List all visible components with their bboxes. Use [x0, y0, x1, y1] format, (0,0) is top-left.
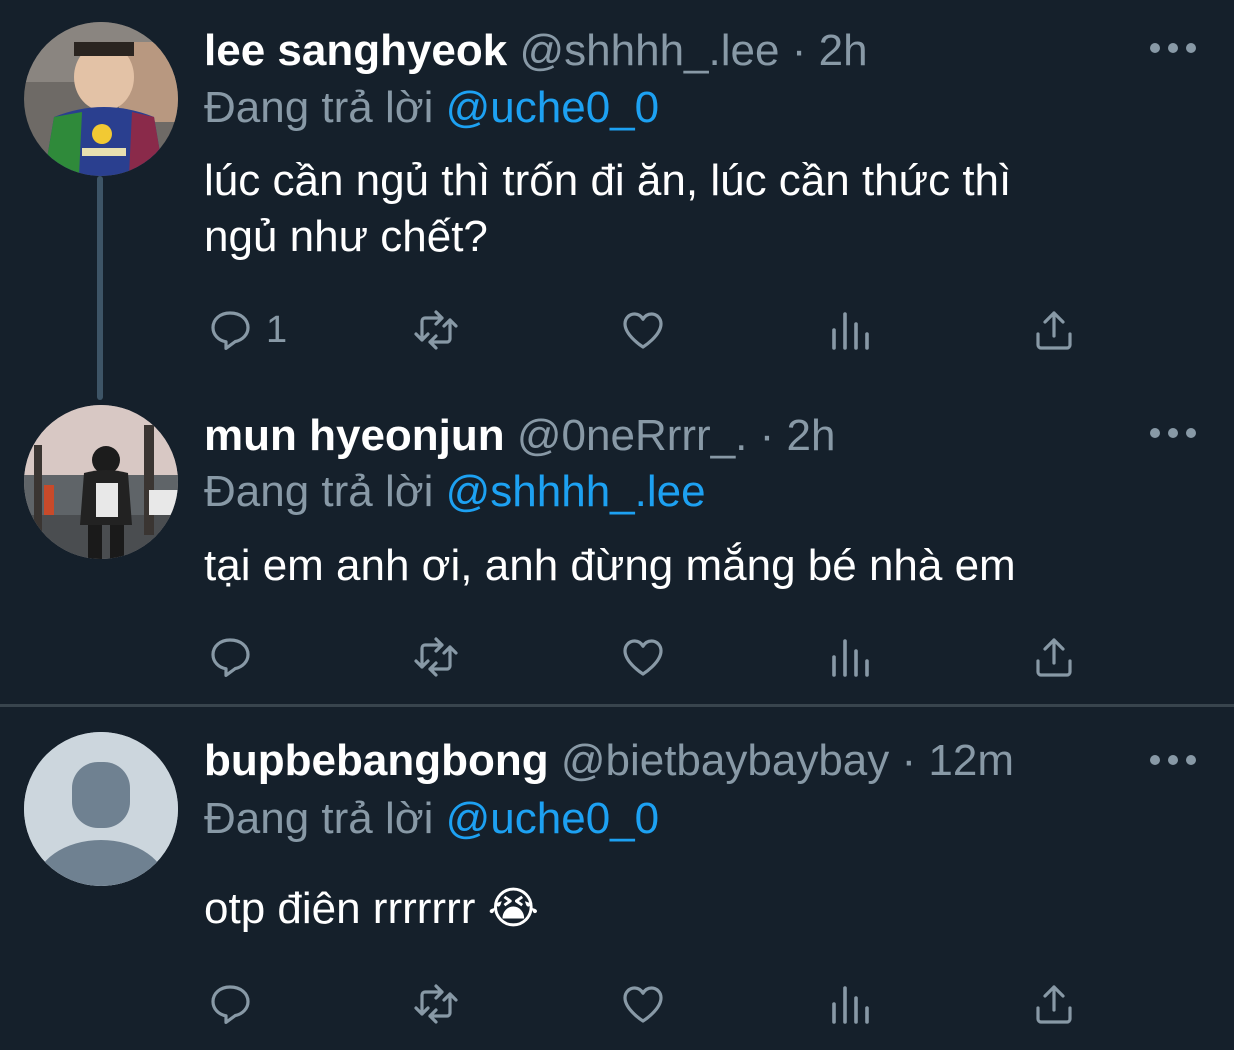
- avatar[interactable]: [24, 732, 178, 886]
- default-avatar-icon: [24, 732, 178, 886]
- tweet-text-line: tại em anh ơi, anh đừng mắng bé nhà em: [204, 541, 1016, 590]
- like-button[interactable]: [619, 979, 667, 1029]
- mention-link[interactable]: @uche0_0: [446, 83, 660, 132]
- reply-prefix: Đang trả lời: [204, 794, 434, 843]
- heart-icon: [623, 639, 663, 676]
- tweet-header: mun hyeonjun @0neRrrr_. · 2h: [204, 410, 835, 462]
- tweet-header: lee sanghyeok @shhhh_.lee · 2h: [204, 25, 868, 77]
- analytics-button[interactable]: [826, 632, 874, 682]
- analytics-button[interactable]: [826, 979, 874, 1029]
- more-icon[interactable]: [1150, 43, 1196, 55]
- retweet-button[interactable]: [412, 632, 460, 682]
- reply-context: Đang trả lời @uche0_0: [204, 82, 659, 134]
- analytics-icon: [832, 639, 869, 677]
- share-icon: [1036, 311, 1072, 350]
- display-name[interactable]: mun hyeonjun: [204, 411, 505, 460]
- tweet-text-line: lúc cần ngủ thì trốn đi ăn, lúc cần thức…: [204, 156, 1012, 205]
- like-button[interactable]: [619, 305, 667, 355]
- heart-icon: [623, 986, 663, 1023]
- share-button[interactable]: [1030, 632, 1078, 682]
- separator: ·: [791, 26, 807, 75]
- crying-face-emoji: 😭: [487, 884, 540, 933]
- action-bar: 1: [0, 305, 1234, 355]
- tweet-text-content: otp điên rrrrrrr: [204, 884, 476, 933]
- heart-icon: [623, 312, 663, 349]
- reply-button[interactable]: [206, 979, 266, 1029]
- analytics-button[interactable]: [826, 305, 874, 355]
- reply-context: Đang trả lời @uche0_0: [204, 793, 659, 845]
- share-button[interactable]: [1030, 305, 1078, 355]
- mention-link[interactable]: @shhhh_.lee: [446, 467, 706, 516]
- avatar-image: [24, 405, 178, 559]
- separator: ·: [901, 736, 917, 785]
- action-bar: [0, 632, 1234, 682]
- tweet-header: bupbebangbong @bietbaybaybay · 12m: [204, 735, 1014, 787]
- reply-icon: [211, 985, 250, 1024]
- timestamp[interactable]: 2h: [819, 26, 868, 75]
- avatar[interactable]: [24, 22, 178, 176]
- reply-icon: [211, 311, 250, 350]
- analytics-icon: [832, 312, 869, 350]
- thread-line: [97, 176, 103, 400]
- user-handle[interactable]: @shhhh_.lee: [520, 26, 780, 75]
- display-name[interactable]: bupbebangbong: [204, 736, 549, 785]
- action-bar: [0, 979, 1234, 1029]
- timestamp[interactable]: 12m: [928, 736, 1014, 785]
- tweet-text: lúc cần ngủ thì trốn đi ăn, lúc cần thức…: [204, 153, 1164, 265]
- tweet-text: tại em anh ơi, anh đừng mắng bé nhà em: [204, 538, 1164, 594]
- tweet-text-line: otp điên rrrrrrr 😭: [204, 881, 1164, 937]
- retweet-icon: [414, 984, 458, 1024]
- reply-button[interactable]: [206, 632, 266, 682]
- share-icon: [1036, 985, 1072, 1024]
- more-icon[interactable]: [1150, 755, 1196, 767]
- share-button[interactable]: [1030, 979, 1078, 1029]
- tweet-text-line: ngủ như chết?: [204, 212, 488, 261]
- analytics-icon: [832, 986, 869, 1024]
- reply-prefix: Đang trả lời: [204, 467, 434, 516]
- tweet-text: otp điên rrrrrrr 😭: [204, 881, 1164, 937]
- reply-count: 1: [266, 308, 288, 351]
- share-icon: [1036, 638, 1072, 677]
- display-name[interactable]: lee sanghyeok: [204, 26, 507, 75]
- tweet-2[interactable]: mun hyeonjun @0neRrrr_. · 2h Đang trả lờ…: [0, 380, 1234, 704]
- tweet-1[interactable]: lee sanghyeok @shhhh_.lee · 2h Đang trả …: [0, 0, 1234, 400]
- avatar-image: [24, 22, 178, 176]
- retweet-icon: [414, 310, 458, 350]
- retweet-button[interactable]: [412, 979, 460, 1029]
- user-handle[interactable]: @bietbaybaybay: [561, 736, 889, 785]
- reply-context: Đang trả lời @shhhh_.lee: [204, 466, 706, 518]
- mention-link[interactable]: @uche0_0: [446, 794, 660, 843]
- reply-prefix: Đang trả lời: [204, 83, 434, 132]
- avatar[interactable]: [24, 405, 178, 559]
- reply-button[interactable]: 1: [206, 305, 287, 355]
- separator: ·: [759, 411, 775, 460]
- retweet-icon: [414, 637, 458, 677]
- user-handle[interactable]: @0neRrrr_.: [517, 411, 748, 460]
- tweet-3[interactable]: bupbebangbong @bietbaybaybay · 12m Đang …: [0, 707, 1234, 1050]
- like-button[interactable]: [619, 632, 667, 682]
- more-icon[interactable]: [1150, 428, 1196, 440]
- retweet-button[interactable]: [412, 305, 460, 355]
- timestamp[interactable]: 2h: [787, 411, 836, 460]
- reply-icon: [211, 638, 250, 677]
